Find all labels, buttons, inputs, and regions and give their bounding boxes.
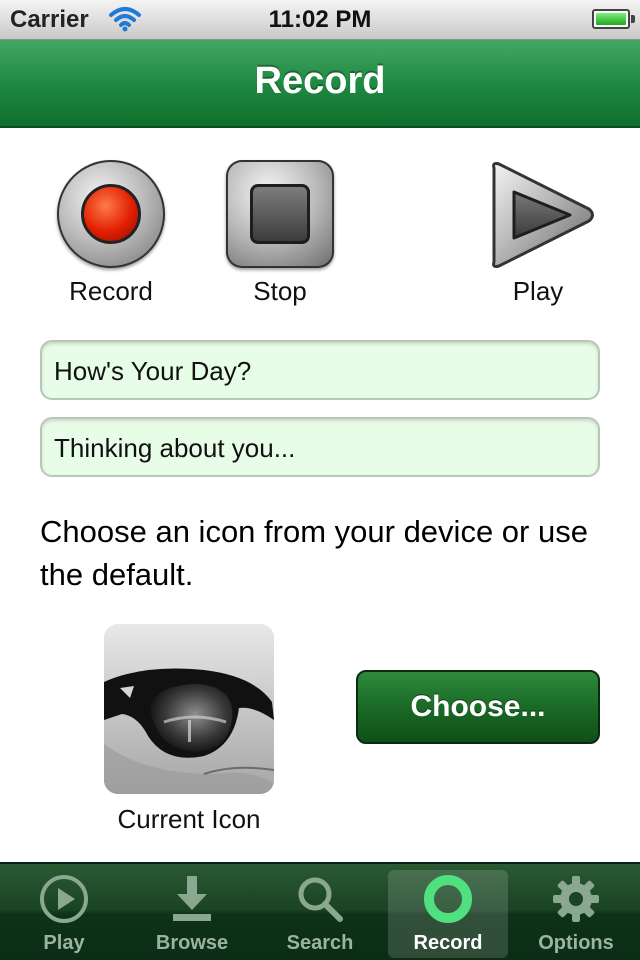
play-button-label: Play xyxy=(512,276,564,306)
nav-bar: Record xyxy=(0,40,640,128)
tab-play[interactable]: Play xyxy=(4,870,124,958)
tab-options[interactable]: Options xyxy=(516,870,636,958)
play-icon xyxy=(40,875,88,923)
current-icon-caption: Current Icon xyxy=(117,804,261,834)
tab-browse[interactable]: Browse xyxy=(132,870,252,958)
status-bar: Carrier 11:02 PM xyxy=(0,0,640,40)
battery-tip xyxy=(631,15,635,23)
tab-label: Options xyxy=(538,932,614,954)
page-title: Record xyxy=(254,60,386,102)
status-time: 11:02 PM xyxy=(268,6,372,33)
stop-square-icon xyxy=(250,184,310,244)
record-dot-icon xyxy=(81,184,141,244)
tab-bar: Play Browse Search Record Options xyxy=(0,862,640,960)
download-icon xyxy=(173,876,211,921)
tab-label: Play xyxy=(43,932,85,954)
record-button-label: Record xyxy=(69,276,153,306)
tab-label: Browse xyxy=(155,932,229,954)
icon-instructions: Choose an icon from your device or use t… xyxy=(40,514,588,592)
message-field[interactable]: Thinking about you... xyxy=(40,417,600,477)
title-field[interactable]: How's Your Day? xyxy=(40,340,600,400)
stop-button[interactable] xyxy=(226,160,334,268)
gear-icon xyxy=(553,876,599,922)
search-icon xyxy=(298,877,343,922)
record-icon xyxy=(424,875,472,923)
tab-label: Search xyxy=(286,932,354,954)
choose-icon-button[interactable]: Choose... xyxy=(356,670,600,744)
sunglasses-icon xyxy=(104,624,274,794)
play-button[interactable] xyxy=(488,160,598,270)
tab-search[interactable]: Search xyxy=(260,870,380,958)
tab-label: Record xyxy=(413,932,483,954)
stop-button-label: Stop xyxy=(253,276,307,306)
current-icon-image xyxy=(104,624,274,794)
tab-record[interactable]: Record xyxy=(388,870,508,958)
battery-icon xyxy=(592,9,630,29)
record-button[interactable] xyxy=(57,160,165,268)
